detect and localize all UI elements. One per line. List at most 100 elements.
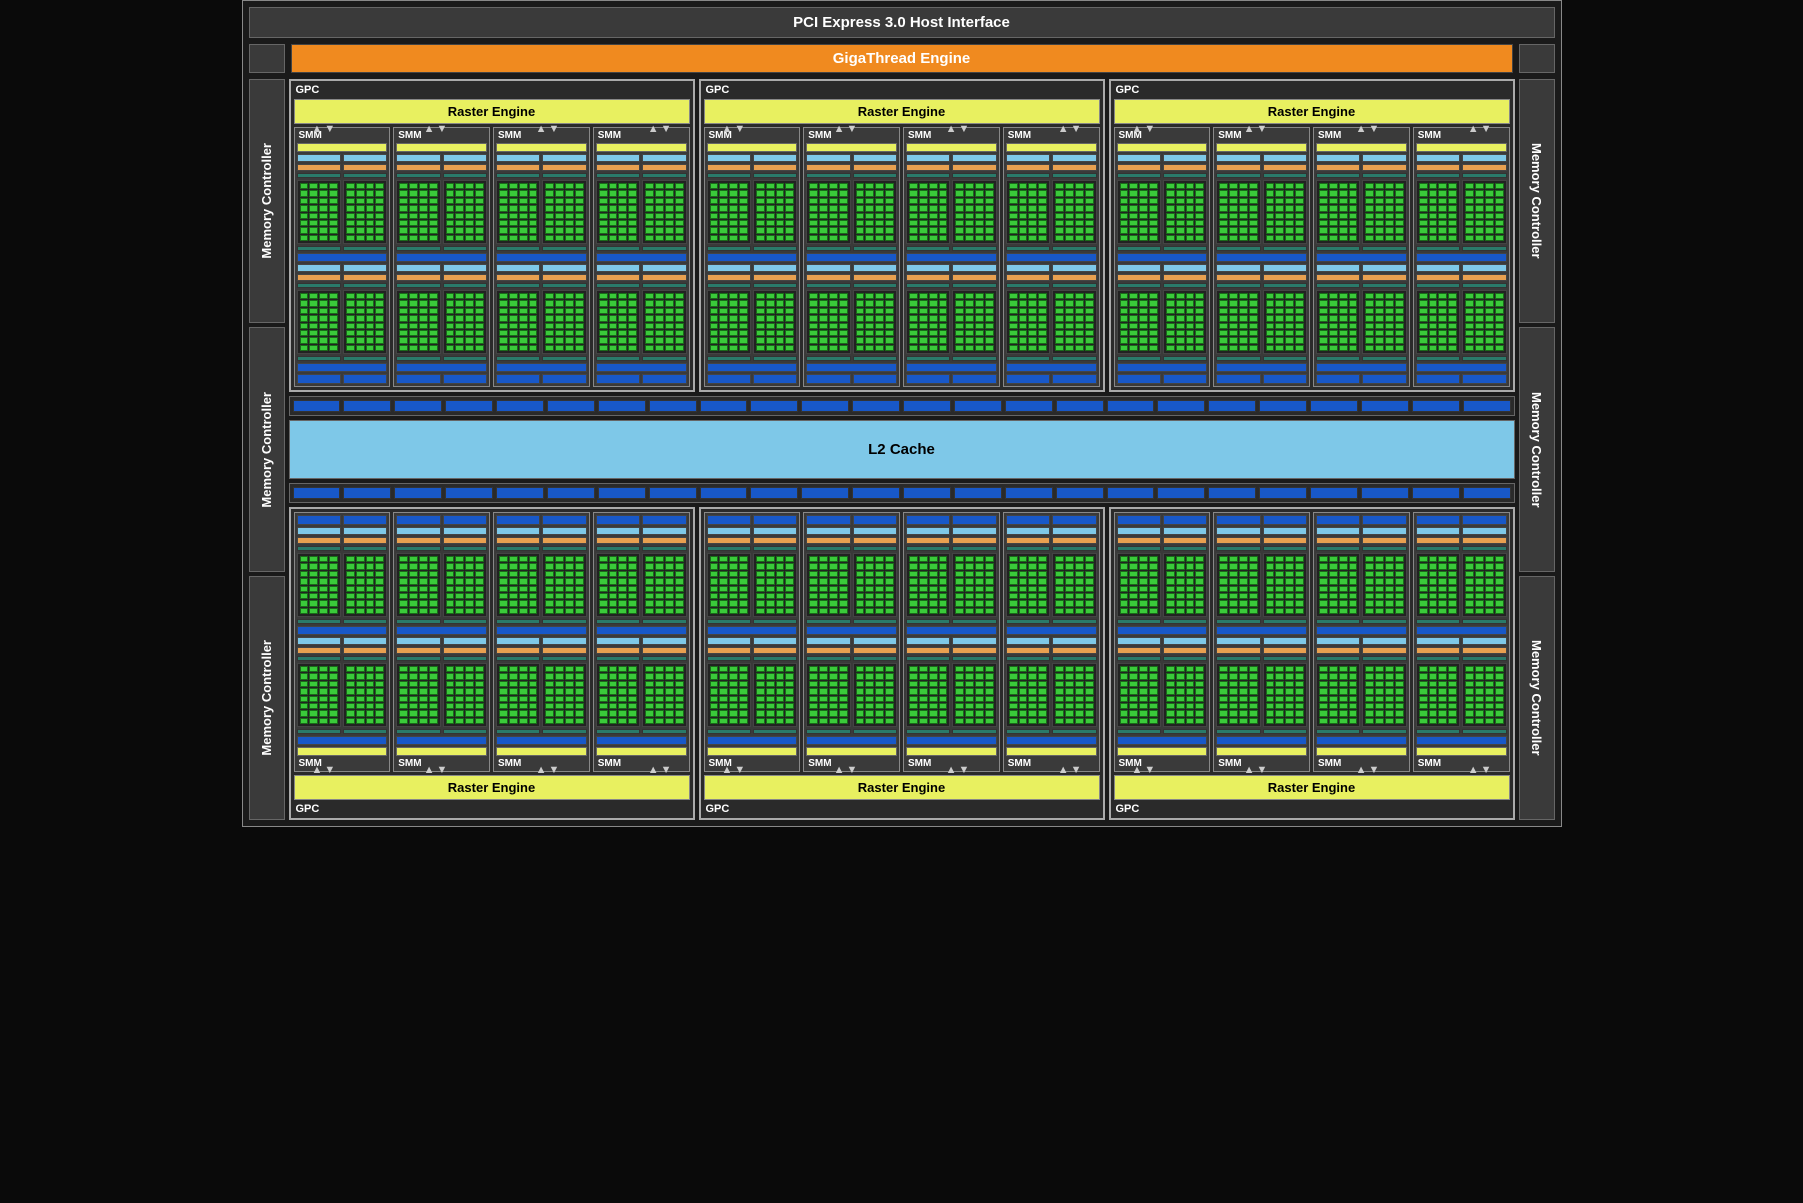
cuda-core [1186, 556, 1195, 562]
dispatch-unit [1462, 274, 1506, 281]
cuda-core [609, 300, 618, 306]
cuda-core-grid [853, 180, 897, 244]
cuda-core [1085, 220, 1094, 226]
cuda-core [739, 205, 748, 211]
cuda-core [1395, 330, 1404, 336]
cuda-core [955, 183, 964, 189]
smm-column [1117, 527, 1161, 624]
cuda-core [599, 593, 608, 599]
cuda-core [399, 308, 408, 314]
register-file [1117, 637, 1161, 645]
cuda-core [809, 571, 818, 577]
cuda-core [1065, 688, 1074, 694]
polymorph-engine [707, 143, 798, 152]
cuda-core [1465, 205, 1474, 211]
dispatch-unit [1263, 647, 1307, 654]
cuda-core [829, 608, 838, 614]
register-file [707, 527, 751, 535]
cuda-core [1075, 293, 1084, 299]
cuda-core [1349, 666, 1358, 672]
cuda-core [719, 330, 728, 336]
cuda-core [1349, 586, 1358, 592]
cuda-core [1365, 213, 1374, 219]
cuda-core [1085, 681, 1094, 687]
cuda-core [776, 183, 785, 189]
cuda-core [529, 198, 538, 204]
cuda-core [455, 696, 464, 702]
smm-pair [1216, 264, 1307, 361]
cuda-core [1129, 593, 1138, 599]
cuda-core [545, 586, 554, 592]
cuda-core [1329, 696, 1338, 702]
cuda-core [565, 593, 574, 599]
cuda-core [375, 235, 384, 241]
cuda-core [885, 571, 894, 577]
cuda-core [729, 293, 738, 299]
cuda-core [885, 330, 894, 336]
cuda-core [1438, 183, 1447, 189]
cuda-core [1239, 330, 1248, 336]
ldst-unit [297, 619, 341, 624]
cuda-core [1065, 586, 1074, 592]
cuda-core [429, 608, 438, 614]
cuda-core [300, 337, 309, 343]
dispatch-unit [297, 164, 341, 171]
cuda-core [939, 600, 948, 606]
cuda-core [1229, 198, 1238, 204]
cuda-core [1329, 235, 1338, 241]
cuda-core [1229, 666, 1238, 672]
cuda-core [756, 666, 765, 672]
cuda-core [1166, 315, 1175, 321]
cuda-core [929, 190, 938, 196]
smm-half [1316, 637, 1407, 745]
cuda-core [1176, 586, 1185, 592]
cuda-core [1375, 556, 1384, 562]
cuda-core [555, 345, 564, 351]
cuda-core [609, 323, 618, 329]
cuda-core [955, 600, 964, 606]
cuda-core [710, 608, 719, 614]
cuda-core [739, 681, 748, 687]
register-file [1362, 527, 1406, 535]
register-file [806, 154, 850, 162]
cuda-core [1038, 586, 1047, 592]
cuda-core [809, 586, 818, 592]
cuda-core [375, 183, 384, 189]
shared-memory [1006, 736, 1097, 745]
cuda-core [965, 227, 974, 233]
cuda-core-grid [1006, 290, 1050, 354]
cuda-core [1186, 183, 1195, 189]
cuda-core [300, 666, 309, 672]
cuda-core [1266, 666, 1275, 672]
cuda-core [766, 563, 775, 569]
cuda-core [455, 608, 464, 614]
cuda-core [1009, 563, 1018, 569]
cuda-core [1219, 563, 1228, 569]
cuda-core [645, 293, 654, 299]
cuda-core [655, 315, 664, 321]
cuda-core [865, 235, 874, 241]
cuda-core [1186, 308, 1195, 314]
smm-column [1216, 154, 1260, 251]
cuda-core [766, 183, 775, 189]
smm-column [1316, 264, 1360, 361]
smm-pair [1316, 527, 1407, 624]
cuda-core [1028, 673, 1037, 679]
scheduler [1052, 656, 1096, 661]
cuda-core [1075, 710, 1084, 716]
cuda-core-grid [642, 290, 686, 354]
cuda-core [455, 220, 464, 226]
cuda-core [346, 337, 355, 343]
smm-column [1416, 264, 1460, 361]
cuda-core [1495, 666, 1504, 672]
scheduler [1416, 283, 1460, 288]
cuda-core [1149, 703, 1158, 709]
cuda-core [1385, 673, 1394, 679]
cuda-core [529, 213, 538, 219]
cuda-core [509, 213, 518, 219]
cuda-core [809, 666, 818, 672]
cuda-core [1285, 563, 1294, 569]
smm-half [1416, 264, 1507, 372]
cuda-core [618, 571, 627, 577]
dispatch-unit [707, 164, 751, 171]
